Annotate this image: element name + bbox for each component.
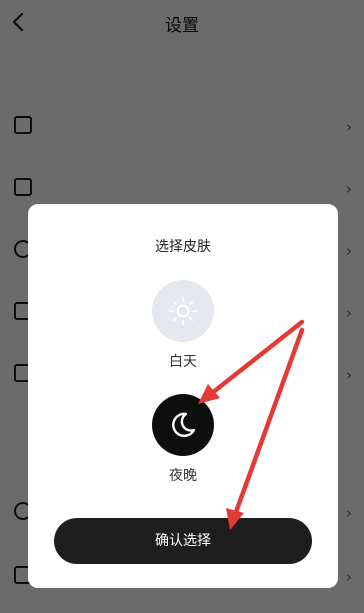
skin-option-day[interactable]: 白天	[28, 280, 338, 371]
dialog-title: 选择皮肤	[155, 239, 211, 255]
skin-picker-dialog: 选择皮肤 白天 夜晚 确认选择	[28, 204, 338, 588]
moon-icon	[172, 412, 196, 437]
skin-option-night[interactable]: 夜晚	[28, 394, 338, 485]
sun-icon	[169, 297, 197, 325]
night-option-label: 夜晚	[169, 468, 197, 484]
day-option-label: 白天	[169, 354, 197, 370]
day-option-circle[interactable]	[152, 280, 214, 342]
confirm-selection-button[interactable]: 确认选择	[54, 518, 312, 564]
night-option-circle[interactable]	[152, 394, 214, 456]
